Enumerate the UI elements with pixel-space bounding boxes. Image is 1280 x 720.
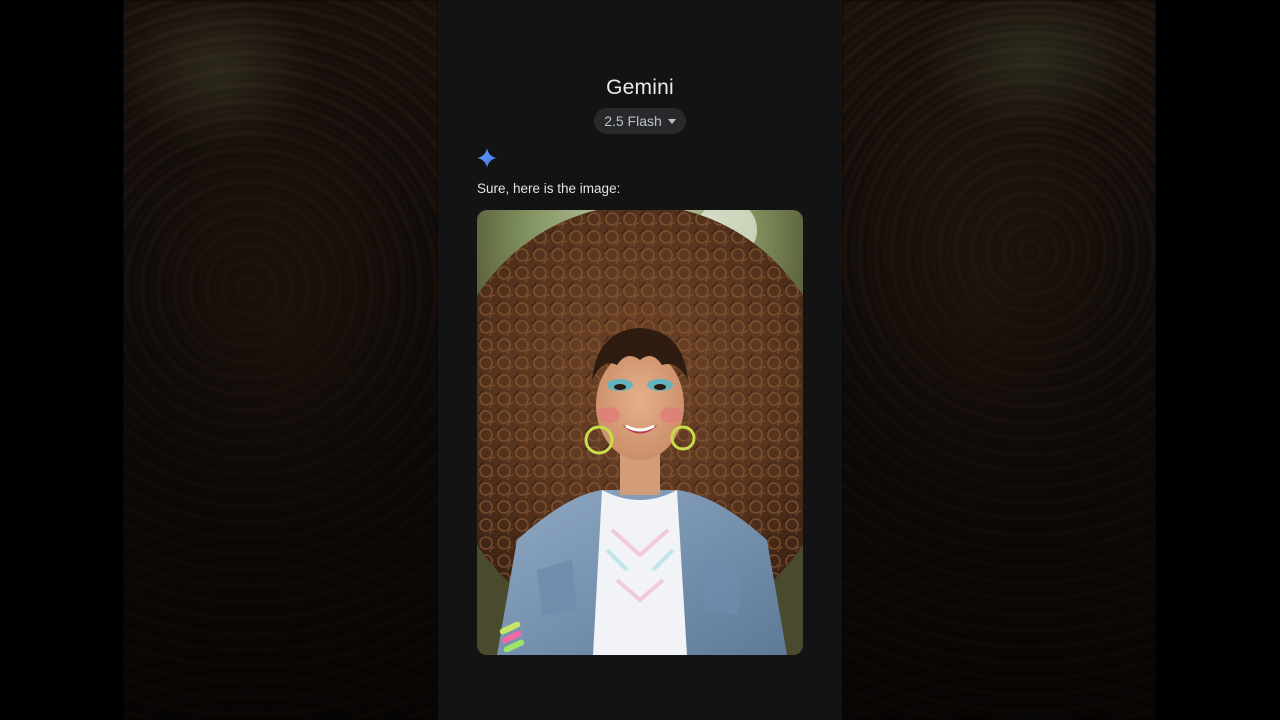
response-text: Sure, here is the image: — [477, 181, 621, 196]
caret-down-icon — [667, 119, 676, 124]
model-selector-button[interactable]: 2.5 Flash — [594, 108, 686, 134]
model-selector-label: 2.5 Flash — [604, 113, 662, 129]
video-frame: Gemini 2.5 Flash Sure, here is the image… — [0, 0, 1280, 720]
gemini-chat-screen: Gemini 2.5 Flash Sure, here is the image… — [438, 0, 842, 720]
blurred-backdrop-left — [123, 0, 438, 720]
app-title: Gemini — [606, 76, 674, 99]
gemini-sparkle-icon — [476, 147, 498, 169]
blurred-backdrop-right — [842, 0, 1156, 720]
generated-image[interactable] — [477, 210, 803, 655]
